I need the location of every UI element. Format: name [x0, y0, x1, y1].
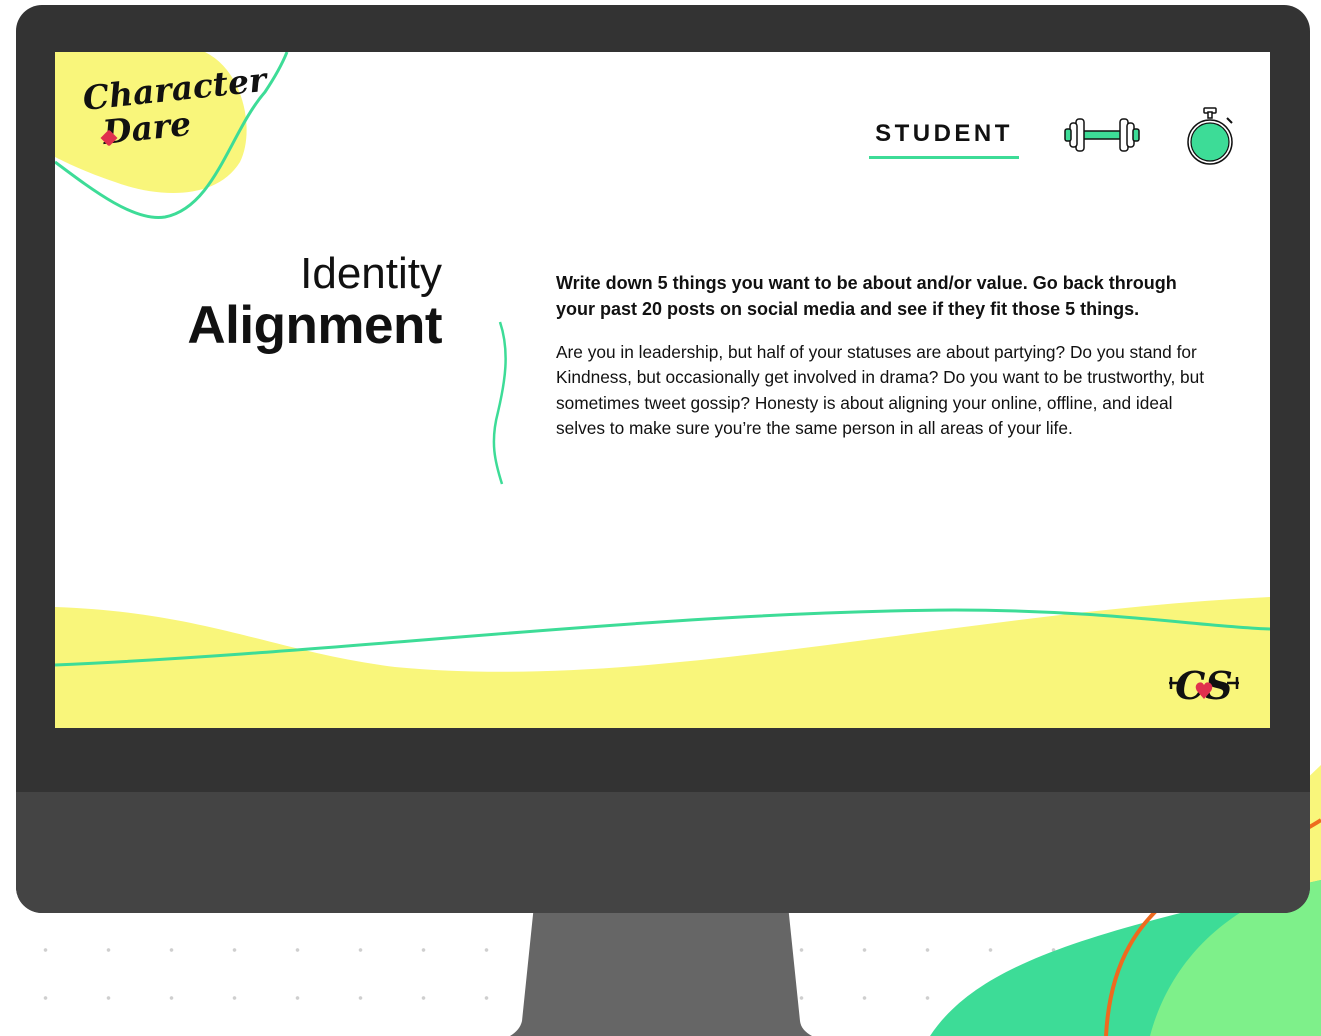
slide-screen: Character Dare STUDENT Identity Alignmen…	[55, 52, 1270, 728]
title-line-alignment: Alignment	[187, 296, 442, 355]
title-line-identity: Identity	[300, 249, 442, 298]
slide-content: Write down 5 things you want to be about…	[556, 270, 1216, 441]
nav-tab-student[interactable]: STUDENT	[869, 120, 1019, 159]
lead-paragraph: Write down 5 things you want to be about…	[556, 273, 1177, 319]
character-dare-logo[interactable]: Character Dare	[81, 60, 268, 162]
dumbbell-icon[interactable]	[1063, 114, 1141, 156]
logo-text-line2: Dare	[100, 103, 193, 152]
cs-logo[interactable]: CS	[1167, 655, 1241, 711]
monitor-chin	[16, 792, 1310, 913]
monitor-frame: Character Dare STUDENT Identity Alignmen…	[16, 5, 1310, 913]
body-paragraph: Are you in leadership, but half of your …	[556, 342, 1205, 438]
slide-title: Identity Alignment	[187, 250, 442, 354]
stopwatch-icon[interactable]	[1183, 106, 1237, 166]
